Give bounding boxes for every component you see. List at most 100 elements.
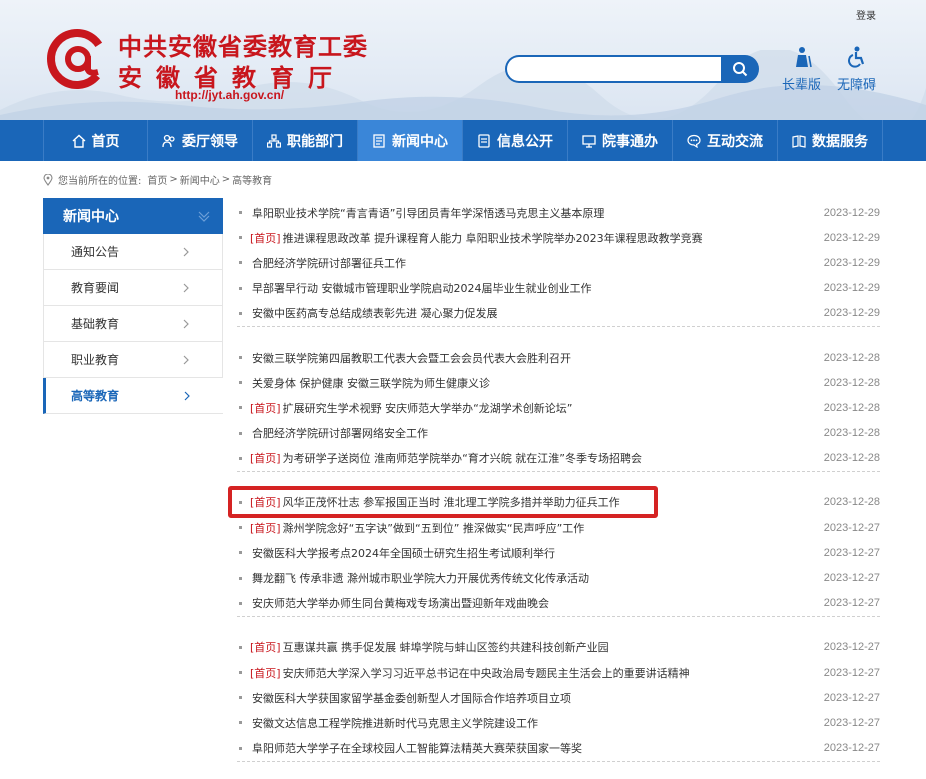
homepage-tag: [首页] bbox=[250, 641, 281, 655]
news-date: 2023-12-29 bbox=[823, 282, 880, 295]
nav-item-home[interactable]: 首页 bbox=[43, 120, 148, 161]
news-title[interactable]: 合肥经济学院研讨部署网络安全工作 bbox=[252, 425, 816, 441]
list-item[interactable]: [首页] 滁州学院念好“五字诀”做到“五到位” 推深做实“民声呼应”工作 2023-… bbox=[237, 515, 880, 540]
news-date: 2023-12-28 bbox=[823, 376, 880, 389]
nav-item-departments[interactable]: 职能部门 bbox=[253, 120, 358, 161]
news-title[interactable]: 安徽医科大学报考点2024年全国硕士研究生招生考试顺利举行 bbox=[252, 545, 816, 561]
bullet-icon bbox=[239, 261, 242, 265]
news-title[interactable]: 扩展研究生学术视野 安庆师范大学举办“龙湖学术创新论坛” bbox=[283, 400, 816, 416]
news-title[interactable]: 风华正茂怀壮志 参军报国正当时 淮北理工学院多措并举助力征兵工作 bbox=[283, 494, 816, 510]
news-title[interactable]: 为考研学子送岗位 淮南师范学院举办“育才兴皖 就在江淮”冬季专场招聘会 bbox=[283, 450, 816, 466]
accessibility-button[interactable]: 无障碍 bbox=[837, 46, 876, 93]
list-item[interactable]: 关爱身体 保护健康 安徽三联学院为师生健康义诊 2023-12-28 bbox=[237, 370, 880, 395]
nav-item-leaders[interactable]: 委厅领导 bbox=[148, 120, 253, 161]
sidebar-item-notices[interactable]: 通知公告 bbox=[43, 234, 223, 270]
news-title[interactable]: 推进课程思政改革 提升课程育人能力 阜阳职业技术学院举办2023年课程思政教学竞… bbox=[283, 230, 816, 246]
news-date: 2023-12-29 bbox=[823, 307, 880, 320]
news-title[interactable]: 早部署早行动 安徽城市管理职业学院启动2024届毕业生就业创业工作 bbox=[252, 280, 816, 296]
breadcrumb-home[interactable]: 首页 bbox=[147, 172, 167, 187]
login-link[interactable]: 登录 bbox=[856, 7, 876, 22]
nav-item-service[interactable]: 院事通办 bbox=[568, 120, 673, 161]
news-date: 2023-12-27 bbox=[823, 641, 880, 654]
list-item[interactable]: [首页] 扩展研究生学术视野 安庆师范大学举办“龙湖学术创新论坛” 2023-12-… bbox=[237, 395, 880, 420]
breadcrumb-separator: > bbox=[221, 174, 231, 185]
sidebar-item-label: 职业教育 bbox=[71, 353, 120, 367]
list-item[interactable]: [首页] 安庆师范大学深入学习习近平总书记在中央政治局专题民主生活会上的重要讲话精… bbox=[237, 660, 880, 685]
bullet-icon bbox=[239, 311, 242, 315]
chevron-right-icon bbox=[183, 247, 189, 257]
bullet-icon bbox=[239, 406, 242, 410]
list-item[interactable]: [首页] 推进课程思政改革 提升课程育人能力 阜阳职业技术学院举办2023年课程思… bbox=[237, 225, 880, 250]
sidebar-item-vocational-education[interactable]: 职业教育 bbox=[43, 342, 223, 378]
news-group: 阜阳职业技术学院“青言青语”引导团员青年学深悟透马克思主义基本原理 2023-12… bbox=[237, 200, 880, 327]
sidebar-item-higher-education[interactable]: 高等教育 bbox=[43, 378, 223, 414]
news-title[interactable]: 安庆师范大学深入学习习近平总书记在中央政治局专题民主生活会上的重要讲话精神 bbox=[283, 665, 816, 681]
elder-mode-button[interactable]: 长辈版 bbox=[782, 46, 821, 93]
search-icon bbox=[733, 62, 748, 77]
sidebar-item-basic-education[interactable]: 基础教育 bbox=[43, 306, 223, 342]
nav-item-news[interactable]: 新闻中心 bbox=[358, 120, 463, 161]
list-item[interactable]: 合肥经济学院研讨部署网络安全工作 2023-12-28 bbox=[237, 421, 880, 446]
bullet-icon bbox=[239, 576, 242, 580]
list-item[interactable]: 舞龙翻飞 传承非遗 滁州城市职业学院大力开展优秀传统文化传承活动 2023-12-… bbox=[237, 565, 880, 590]
main-nav: 首页 委厅领导 职能部门 新闻中心 信息公开 院事通办 互动交流 数据服务 bbox=[0, 120, 926, 161]
list-item[interactable]: [首页] 互惠谋共赢 携手促发展 蚌埠学院与蚌山区签约共建科技创新产业园 2023-… bbox=[237, 635, 880, 660]
list-item[interactable]: [首页] 风华正茂怀壮志 参军报国正当时 淮北理工学院多措并举助力征兵工作 2023… bbox=[237, 490, 880, 515]
list-item[interactable]: 安徽文达信息工程学院推进新时代马克思主义学院建设工作 2023-12-27 bbox=[237, 710, 880, 735]
breadcrumb-current[interactable]: 高等教育 bbox=[232, 172, 272, 187]
news-title[interactable]: 阜阳职业技术学院“青言青语”引导团员青年学深悟透马克思主义基本原理 bbox=[252, 205, 816, 221]
sidebar-heading-label: 新闻中心 bbox=[63, 209, 119, 225]
nav-item-data[interactable]: 数据服务 bbox=[778, 120, 883, 161]
news-title[interactable]: 滁州学院念好“五字诀”做到“五到位” 推深做实“民声呼应”工作 bbox=[283, 520, 816, 536]
homepage-tag: [首页] bbox=[250, 231, 281, 245]
news-date: 2023-12-27 bbox=[823, 521, 880, 534]
news-date: 2023-12-29 bbox=[823, 206, 880, 219]
news-date: 2023-12-27 bbox=[823, 546, 880, 559]
news-title[interactable]: 合肥经济学院研讨部署征兵工作 bbox=[252, 255, 816, 271]
list-item[interactable]: 安徽中医药高专总结成绩表彰先进 凝心聚力促发展 2023-12-29 bbox=[237, 301, 880, 326]
news-title[interactable]: 安徽文达信息工程学院推进新时代马克思主义学院建设工作 bbox=[252, 715, 816, 731]
location-pin-icon bbox=[43, 173, 53, 186]
nav-item-label: 院事通办 bbox=[602, 133, 658, 150]
list-item[interactable]: 合肥经济学院研讨部署征兵工作 2023-12-29 bbox=[237, 250, 880, 275]
news-title[interactable]: 安徽三联学院第四届教职工代表大会暨工会会员代表大会胜利召开 bbox=[252, 350, 816, 366]
bullet-icon bbox=[239, 551, 242, 555]
news-title[interactable]: 互惠谋共赢 携手促发展 蚌埠学院与蚌山区签约共建科技创新产业园 bbox=[283, 639, 816, 655]
nav-item-interaction[interactable]: 互动交流 bbox=[673, 120, 778, 161]
news-date: 2023-12-27 bbox=[823, 572, 880, 585]
bullet-icon bbox=[239, 526, 242, 530]
list-item[interactable]: 阜阳师范大学学子在全球校园人工智能算法精英大赛荣获国家一等奖 2023-12-27 bbox=[237, 736, 880, 761]
site-header: 登录 中共安徽省委教育工委 安徽省教育厅 http://jyt.ah.gov.c… bbox=[0, 0, 926, 120]
accessibility-label: 无障碍 bbox=[837, 78, 877, 93]
list-item[interactable]: 早部署早行动 安徽城市管理职业学院启动2024届毕业生就业创业工作 2023-12… bbox=[237, 276, 880, 301]
sidebar-item-label: 通知公告 bbox=[71, 245, 120, 259]
news-title[interactable]: 安徽中医药高专总结成绩表彰先进 凝心聚力促发展 bbox=[252, 305, 816, 321]
breadcrumb-news[interactable]: 新闻中心 bbox=[180, 172, 220, 187]
info-icon bbox=[478, 133, 490, 148]
list-item[interactable]: [首页] 为考研学子送岗位 淮南师范学院举办“育才兴皖 就在江淮”冬季专场招聘会 2… bbox=[237, 446, 880, 471]
list-item[interactable]: 阜阳职业技术学院“青言青语”引导团员青年学深悟透马克思主义基本原理 2023-12… bbox=[237, 200, 880, 225]
news-date: 2023-12-27 bbox=[823, 597, 880, 610]
nav-item-label: 职能部门 bbox=[287, 133, 343, 150]
news-title[interactable]: 安庆师范大学举办师生同台黄梅戏专场演出暨迎新年戏曲晚会 bbox=[252, 595, 816, 611]
news-list: 阜阳职业技术学院“青言青语”引导团员青年学深悟透马克思主义基本原理 2023-12… bbox=[237, 200, 880, 779]
breadcrumb: 您当前所在的位置: 首页 > 新闻中心 > 高等教育 bbox=[43, 172, 274, 187]
news-date: 2023-12-27 bbox=[823, 742, 880, 755]
bullet-icon bbox=[239, 746, 242, 750]
list-item[interactable]: 安徽三联学院第四届教职工代表大会暨工会会员代表大会胜利召开 2023-12-28 bbox=[237, 345, 880, 370]
bullet-icon bbox=[239, 645, 242, 649]
search-input[interactable] bbox=[505, 55, 723, 83]
news-title[interactable]: 安徽医科大学获国家留学基金委创新型人才国际合作培养项目立项 bbox=[252, 690, 816, 706]
search-button[interactable] bbox=[721, 55, 759, 83]
news-title[interactable]: 关爱身体 保护健康 安徽三联学院为师生健康义诊 bbox=[252, 375, 816, 391]
list-item[interactable]: 安徽医科大学报考点2024年全国硕士研究生招生考试顺利举行 2023-12-27 bbox=[237, 540, 880, 565]
bullet-icon bbox=[239, 236, 242, 240]
sidebar-item-education-news[interactable]: 教育要闻 bbox=[43, 270, 223, 306]
nav-item-info[interactable]: 信息公开 bbox=[463, 120, 568, 161]
news-icon bbox=[373, 133, 385, 148]
bullet-icon bbox=[239, 356, 242, 360]
news-title[interactable]: 舞龙翻飞 传承非遗 滁州城市职业学院大力开展优秀传统文化传承活动 bbox=[252, 570, 816, 586]
list-item[interactable]: 安庆师范大学举办师生同台黄梅戏专场演出暨迎新年戏曲晚会 2023-12-27 bbox=[237, 591, 880, 616]
news-title[interactable]: 阜阳师范大学学子在全球校园人工智能算法精英大赛荣获国家一等奖 bbox=[252, 740, 816, 756]
list-item[interactable]: 安徽医科大学获国家留学基金委创新型人才国际合作培养项目立项 2023-12-27 bbox=[237, 685, 880, 710]
